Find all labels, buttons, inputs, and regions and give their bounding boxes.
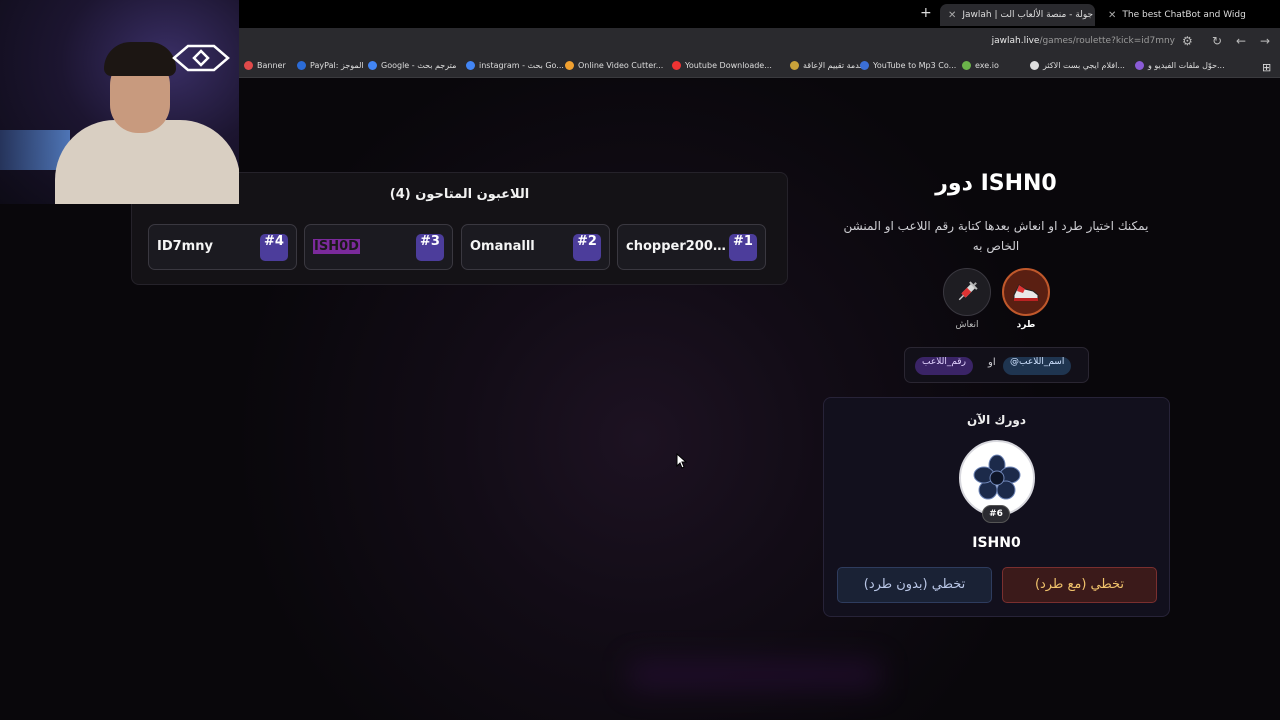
bookmark-favicon-icon bbox=[244, 61, 253, 70]
your-turn-label: دورك الآن bbox=[967, 413, 1026, 427]
bookmark-label: حوّل ملفات الفيديو و... bbox=[1148, 61, 1225, 70]
webcam-overlay bbox=[0, 0, 239, 204]
back-icon[interactable]: ← bbox=[1236, 34, 1246, 48]
bookmark-label: خدمة تقييم الإعاقة bbox=[803, 61, 865, 70]
kick-action[interactable]: طرد bbox=[1002, 268, 1050, 330]
player-number: #2 bbox=[573, 234, 601, 261]
number-pill: رقم_اللاعب bbox=[915, 357, 973, 375]
forward-icon[interactable]: → bbox=[1260, 34, 1270, 48]
player-number: #4 bbox=[260, 234, 288, 261]
apps-grid-icon[interactable]: ⊞ bbox=[1262, 61, 1271, 74]
url-host: jawlah.live bbox=[991, 36, 1040, 46]
bookmark-favicon-icon bbox=[565, 61, 574, 70]
site-settings-icon[interactable]: ⚙ bbox=[1182, 34, 1193, 48]
flower-avatar-icon bbox=[973, 454, 1021, 500]
bookmark-item[interactable]: خدمة تقييم الإعاقة bbox=[790, 61, 864, 70]
decorative-glow bbox=[630, 661, 880, 689]
bookmark-item[interactable]: instagram - بحث Go... bbox=[466, 61, 564, 70]
bookmark-item[interactable]: Youtube Downloade... bbox=[672, 61, 772, 70]
revive-action[interactable]: انعاش bbox=[943, 268, 991, 330]
turn-hint: يمكنك اختيار طرد او انعاش بعدها كتابة رق… bbox=[843, 219, 1149, 253]
bookmark-favicon-icon bbox=[368, 61, 377, 70]
bookmark-label: افلام ايجي بست الاكثر... bbox=[1043, 61, 1125, 70]
revive-label: انعاش bbox=[955, 320, 979, 330]
bookmark-label: YouTube to Mp3 Co... bbox=[873, 61, 957, 70]
bookmark-item[interactable]: Online Video Cutter... bbox=[565, 61, 663, 70]
bookmark-label: PayPal: الموجز bbox=[310, 61, 364, 70]
player-name: ID7mny bbox=[157, 239, 213, 254]
bookmark-label: Banner bbox=[257, 61, 286, 70]
close-icon[interactable]: ✕ bbox=[1108, 10, 1116, 21]
syringe-icon[interactable] bbox=[943, 268, 991, 316]
bookmark-label: exe.io bbox=[975, 61, 999, 70]
url-field[interactable]: jawlah.live/games/roulette?kick=id7mny bbox=[992, 36, 1175, 46]
bookmark-item[interactable]: PayPal: الموجز bbox=[297, 61, 364, 70]
bookmark-favicon-icon bbox=[672, 61, 681, 70]
bookmark-item[interactable]: حوّل ملفات الفيديو و... bbox=[1135, 61, 1225, 70]
bookmark-item[interactable]: افلام ايجي بست الاكثر... bbox=[1030, 61, 1125, 70]
bookmark-label: Online Video Cutter... bbox=[578, 61, 664, 70]
new-tab-icon[interactable]: + bbox=[920, 5, 932, 21]
bookmark-label: instagram - بحث Go... bbox=[479, 61, 564, 70]
bookmark-favicon-icon bbox=[962, 61, 971, 70]
bookmark-favicon-icon bbox=[860, 61, 869, 70]
bookmark-label: Google - مترجم بحث bbox=[381, 61, 457, 70]
current-turn-card: دورك الآن #6 ISHN0 تخطي (مع طرد) تخطي (ب… bbox=[823, 397, 1170, 617]
webcam-person bbox=[55, 120, 239, 204]
player-card[interactable]: #3 ISH0D bbox=[304, 224, 453, 270]
player-number: #1 bbox=[729, 234, 757, 261]
current-player-name: ISHN0 bbox=[972, 535, 1021, 551]
bookmark-item[interactable]: Google - مترجم بحث bbox=[368, 61, 456, 70]
player-card[interactable]: #4 ID7mny bbox=[148, 224, 297, 270]
webcam-person-hair bbox=[104, 42, 176, 76]
skip-without-kick-button[interactable]: تخطي (بدون طرد) bbox=[837, 567, 992, 603]
url-path: /games/roulette?kick=id7mny bbox=[1039, 36, 1175, 46]
bookmark-item[interactable]: YouTube to Mp3 Co... bbox=[860, 61, 956, 70]
bookmark-favicon-icon bbox=[790, 61, 799, 70]
streamer-logo-icon bbox=[172, 44, 230, 72]
player-name: Omanalll bbox=[470, 239, 535, 254]
bookmark-favicon-icon bbox=[1030, 61, 1039, 70]
bookmark-label: Youtube Downloade... bbox=[685, 61, 772, 70]
tab-title: The best ChatBot and Widg bbox=[1122, 10, 1246, 20]
kick-label: طرد bbox=[1016, 320, 1036, 330]
player-name: chopper200... bbox=[626, 239, 726, 254]
bookmark-item[interactable]: Banner bbox=[244, 61, 286, 70]
close-icon[interactable]: ✕ bbox=[948, 10, 956, 21]
bookmark-favicon-icon bbox=[1135, 61, 1144, 70]
reload-icon[interactable]: ↻ bbox=[1212, 34, 1222, 48]
tab-jawlah[interactable]: ✕ Jawlah | جولة - منصة الألعاب الت bbox=[940, 4, 1095, 26]
bookmark-item[interactable]: exe.io bbox=[962, 61, 999, 70]
mention-pill: @اسم_اللاعب bbox=[1003, 357, 1072, 375]
player-number: #3 bbox=[416, 234, 444, 261]
or-text: او bbox=[988, 357, 996, 368]
turn-title: دور ISHN0 bbox=[935, 171, 1057, 196]
bookmark-favicon-icon bbox=[466, 61, 475, 70]
player-number-badge: #6 bbox=[982, 505, 1010, 523]
mouse-cursor-icon bbox=[676, 453, 688, 469]
mention-format-box: @اسم_اللاعب او رقم_اللاعب bbox=[904, 347, 1089, 383]
skip-with-kick-button[interactable]: تخطي (مع طرد) bbox=[1002, 567, 1157, 603]
player-card[interactable]: #2 Omanalll bbox=[461, 224, 610, 270]
bookmark-favicon-icon bbox=[297, 61, 306, 70]
tab-chatbot[interactable]: ✕ The best ChatBot and Widg bbox=[1100, 4, 1255, 26]
tab-title: Jawlah | جولة - منصة الألعاب الت bbox=[962, 10, 1094, 20]
player-name: ISH0D bbox=[313, 239, 360, 254]
player-card[interactable]: #1 chopper200... bbox=[617, 224, 766, 270]
sneaker-kick-icon[interactable] bbox=[1002, 268, 1050, 316]
